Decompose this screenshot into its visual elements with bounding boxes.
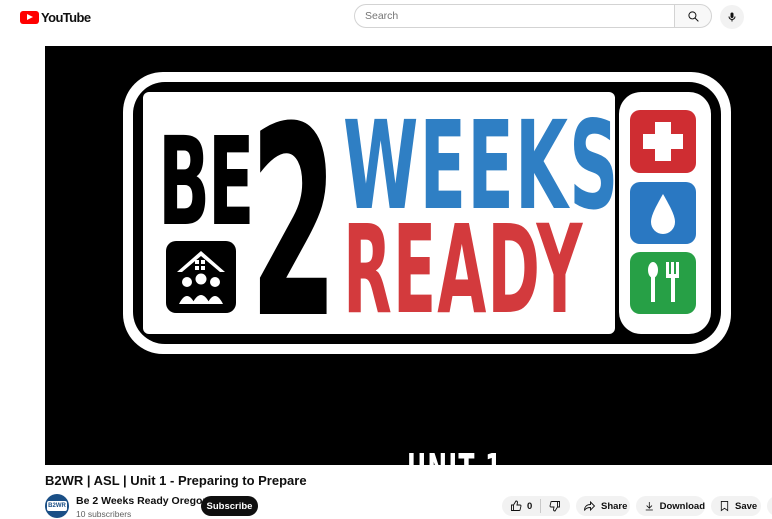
like-count: 0 [527,500,533,512]
share-button[interactable]: Share [576,496,630,516]
bookmark-icon [720,501,729,512]
share-label: Share [601,500,628,512]
search-input[interactable] [354,4,674,28]
subscriber-count: 10 subscribers [76,509,132,519]
save-label: Save [735,500,758,512]
like-divider [540,499,542,513]
download-icon [645,502,653,511]
search-icon [687,10,699,22]
search-button[interactable] [674,4,712,28]
unit-label: UNIT 1 [407,446,503,465]
channel-avatar-logo: B2WR [47,501,67,511]
video-player[interactable]: BE 2 WEEKS READY [45,46,772,465]
like-dislike-group: 0 [502,496,570,516]
video-title: B2WR | ASL | Unit 1 - Preparing to Prepa… [45,473,307,488]
save-button[interactable]: Save [711,496,761,516]
thumbs-up-icon[interactable] [510,500,522,512]
subscribe-button[interactable]: Subscribe [201,496,258,516]
download-button[interactable]: Download [636,496,705,516]
youtube-logo[interactable]: YouTube [20,10,91,25]
logo-word-ready: READY [343,199,583,341]
thumbs-down-icon[interactable] [549,500,561,512]
logo-text: YouTube [41,10,91,25]
download-label: Download [659,500,705,512]
search-bar [354,4,712,28]
video-thumbnail: BE 2 WEEKS READY [123,72,731,377]
youtube-play-icon [20,11,39,24]
more-actions-button[interactable] [767,496,772,516]
logo-word-2: 2 [250,72,338,377]
channel-avatar[interactable]: B2WR [45,494,69,518]
logo-word-be: BE [158,112,252,254]
voice-search-button[interactable] [720,5,744,29]
water-drop-icon [630,182,696,244]
share-icon [584,500,596,512]
channel-name[interactable]: Be 2 Weeks Ready Oregon [76,495,209,507]
microphone-icon [728,12,736,22]
first-aid-icon [630,110,696,173]
food-utensils-icon [630,252,696,314]
top-bar: YouTube [0,0,772,34]
